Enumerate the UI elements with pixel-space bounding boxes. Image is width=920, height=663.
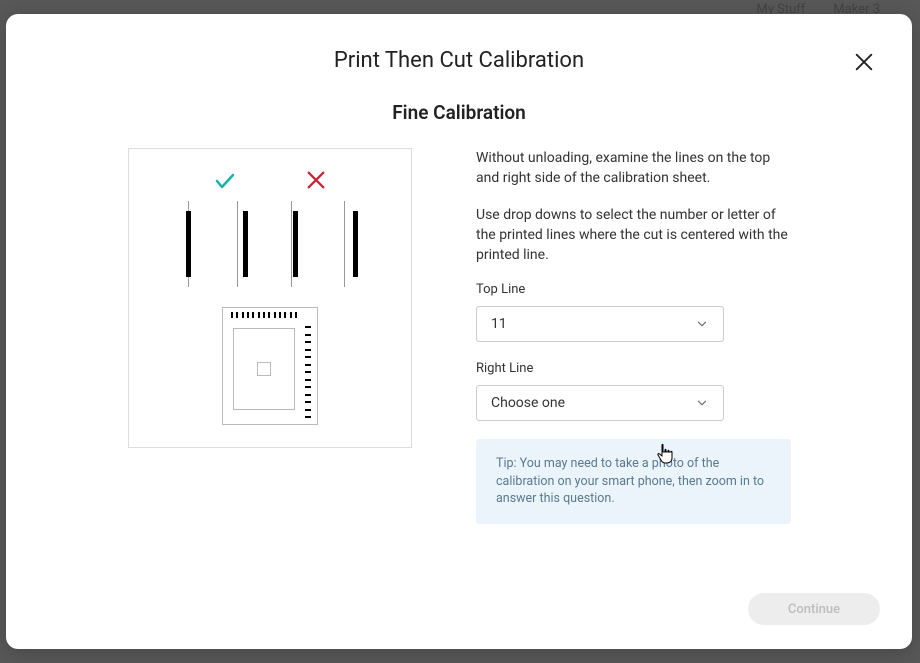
right-line-label: Right Line xyxy=(476,360,791,379)
form-column: Without unloading, examine the lines on … xyxy=(476,148,791,524)
modal-subtitle: Fine Calibration xyxy=(38,101,880,124)
right-line-value: Choose one xyxy=(491,393,565,413)
chevron-down-icon xyxy=(695,317,709,331)
top-line-value: 11 xyxy=(491,314,507,334)
checkmark-icon xyxy=(213,169,237,193)
x-mark-icon xyxy=(305,169,327,191)
calibration-modal: Print Then Cut Calibration Fine Calibrat… xyxy=(6,14,912,649)
top-line-label: Top Line xyxy=(476,281,791,300)
chevron-down-icon xyxy=(695,396,709,410)
line-example xyxy=(287,201,307,287)
line-example xyxy=(179,201,199,287)
top-line-select[interactable]: 11 xyxy=(476,306,724,342)
continue-button[interactable]: Continue xyxy=(748,593,880,625)
tip-box: Tip: You may need to take a photo of the… xyxy=(476,439,791,524)
close-button[interactable] xyxy=(850,48,878,76)
modal-title: Print Then Cut Calibration xyxy=(38,48,880,73)
calibration-illustration xyxy=(128,148,412,448)
right-line-select[interactable]: Choose one xyxy=(476,385,724,421)
instruction-paragraph-2: Use drop downs to select the number or l… xyxy=(476,205,791,266)
line-example xyxy=(341,201,361,287)
instruction-paragraph-1: Without unloading, examine the lines on … xyxy=(476,148,791,189)
line-example xyxy=(233,201,253,287)
close-icon xyxy=(853,51,875,73)
calibration-sheet-diagram xyxy=(222,307,318,425)
